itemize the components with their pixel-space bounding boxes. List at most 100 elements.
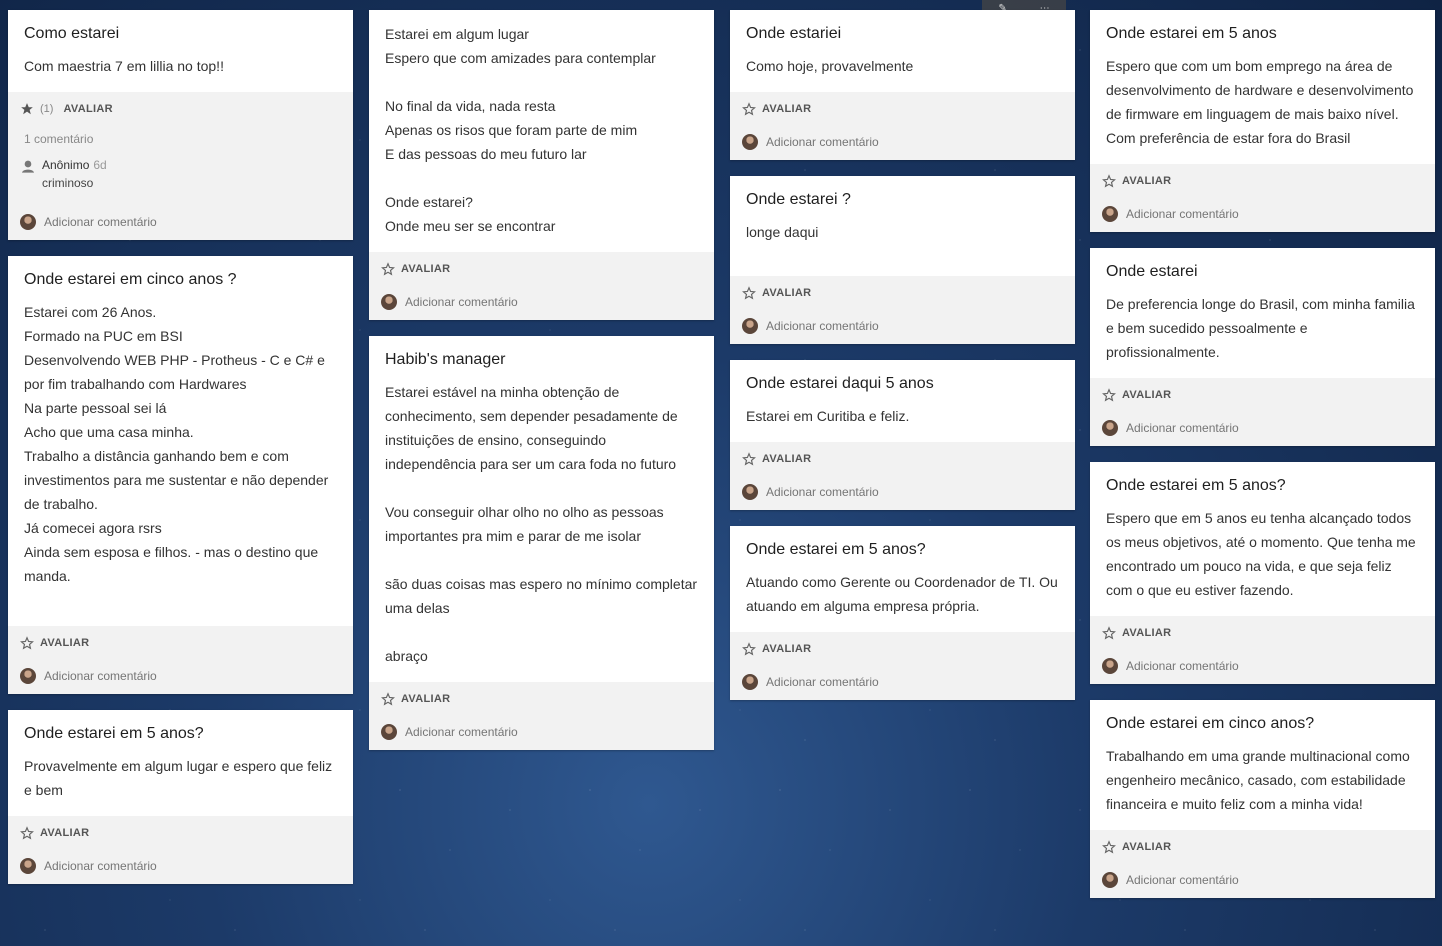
post-footer: AVALIAR <box>1090 616 1435 684</box>
anonymous-avatar-icon <box>22 160 34 173</box>
post-footer: AVALIAR <box>1090 164 1435 232</box>
user-avatar <box>1102 658 1118 674</box>
add-comment-input[interactable] <box>405 725 665 739</box>
post-card[interactable]: Onde estarei em 5 anos Espero que com um… <box>1090 10 1435 232</box>
post-footer: AVALIAR <box>369 252 714 320</box>
rate-button[interactable]: AVALIAR <box>1122 175 1171 187</box>
user-avatar <box>1102 872 1118 888</box>
rate-button[interactable]: AVALIAR <box>762 103 811 115</box>
user-avatar <box>381 724 397 740</box>
post-title: Como estarei <box>24 25 120 42</box>
user-avatar <box>20 668 36 684</box>
star-outline-icon[interactable] <box>742 286 756 300</box>
post-footer: AVALIAR <box>730 442 1075 510</box>
add-comment-input[interactable] <box>766 675 1026 689</box>
star-outline-icon[interactable] <box>742 452 756 466</box>
star-outline-icon[interactable] <box>742 642 756 656</box>
post-text: Estarei com 26 Anos. Formado na PUC em B… <box>24 304 329 584</box>
add-comment-input[interactable] <box>1126 873 1386 887</box>
user-avatar <box>742 318 758 334</box>
post-text: Estarei estável na minha obtenção de con… <box>385 384 698 664</box>
add-comment-input[interactable] <box>1126 421 1386 435</box>
star-outline-icon[interactable] <box>381 692 395 706</box>
post-title: Onde estarei <box>1106 263 1198 280</box>
comment-count[interactable]: 1 comentário <box>24 132 341 146</box>
column-4: Onde estarei em 5 anos Espero que com um… <box>1090 10 1435 914</box>
post-card[interactable]: Habib's manager Estarei estável na minha… <box>369 336 714 750</box>
post-text: longe daqui <box>746 224 819 240</box>
star-outline-icon[interactable] <box>1102 626 1116 640</box>
rate-button[interactable]: AVALIAR <box>40 637 89 649</box>
add-comment-input[interactable] <box>766 135 1026 149</box>
post-text: Provavelmente em algum lugar e espero qu… <box>24 758 333 798</box>
comment-author: Anônimo <box>42 158 90 172</box>
post-title: Onde estarei em 5 anos? <box>24 725 204 742</box>
post-card[interactable]: Onde estarei ? longe daqui AVALIAR <box>730 176 1075 344</box>
rate-button[interactable]: AVALIAR <box>1122 389 1171 401</box>
star-outline-icon[interactable] <box>742 102 756 116</box>
rate-button[interactable]: AVALIAR <box>762 287 811 299</box>
post-footer: AVALIAR <box>1090 830 1435 898</box>
rate-button[interactable]: AVALIAR <box>1122 841 1171 853</box>
post-footer: AVALIAR <box>730 632 1075 700</box>
post-card[interactable]: Onde estariei Como hoje, provavelmente A… <box>730 10 1075 160</box>
add-comment-input[interactable] <box>405 295 665 309</box>
post-footer: AVALIAR <box>730 92 1075 160</box>
post-card[interactable]: Onde estarei em 5 anos? Espero que em 5 … <box>1090 462 1435 684</box>
column-1: Como estarei Com maestria 7 em lillia no… <box>8 10 353 900</box>
rate-button[interactable]: AVALIAR <box>762 453 811 465</box>
post-footer: AVALIAR <box>730 276 1075 344</box>
star-outline-icon[interactable] <box>1102 388 1116 402</box>
post-footer: AVALIAR <box>369 682 714 750</box>
add-comment-input[interactable] <box>766 319 1026 333</box>
post-title: Onde estarei daqui 5 anos <box>746 375 934 392</box>
user-avatar <box>20 214 36 230</box>
user-avatar <box>742 134 758 150</box>
post-card[interactable]: Onde estarei daqui 5 anos Estarei em Cur… <box>730 360 1075 510</box>
comment-text: criminoso <box>42 176 94 190</box>
star-filled-icon[interactable] <box>20 102 34 116</box>
post-text: Trabalhando em uma grande multinacional … <box>1106 748 1410 812</box>
rate-button[interactable]: AVALIAR <box>762 643 811 655</box>
star-outline-icon[interactable] <box>20 636 34 650</box>
add-comment-input[interactable] <box>766 485 1026 499</box>
user-avatar <box>1102 420 1118 436</box>
star-outline-icon[interactable] <box>381 262 395 276</box>
rate-button[interactable]: AVALIAR <box>1122 627 1171 639</box>
post-card[interactable]: Onde estarei em cinco anos? Trabalhando … <box>1090 700 1435 898</box>
add-comment-input[interactable] <box>44 859 304 873</box>
rate-button[interactable]: AVALIAR <box>40 827 89 839</box>
user-avatar <box>1102 206 1118 222</box>
post-title: Onde estarei ? <box>746 191 851 208</box>
add-comment-input[interactable] <box>1126 659 1386 673</box>
post-text: Espero que com um bom emprego na área de… <box>1106 58 1414 146</box>
rate-button[interactable]: AVALIAR <box>63 103 112 115</box>
post-title: Onde estariei <box>746 25 842 42</box>
post-footer: AVALIAR <box>8 816 353 884</box>
post-text: Atuando como Gerente ou Coordenador de T… <box>746 574 1058 614</box>
post-card[interactable]: Onde estarei De preferencia longe do Bra… <box>1090 248 1435 446</box>
comment: Anônimo 6d criminoso <box>20 156 341 190</box>
add-comment-input[interactable] <box>44 669 304 683</box>
star-outline-icon[interactable] <box>1102 840 1116 854</box>
user-avatar <box>742 674 758 690</box>
post-text: Estarei em algum lugar Espero que com am… <box>385 26 656 234</box>
post-card[interactable]: Onde estarei em 5 anos? Atuando como Ger… <box>730 526 1075 700</box>
post-card[interactable]: Onde estarei em 5 anos? Provavelmente em… <box>8 710 353 884</box>
star-outline-icon[interactable] <box>20 826 34 840</box>
rate-button[interactable]: AVALIAR <box>401 263 450 275</box>
post-title: Onde estarei em 5 anos? <box>746 541 926 558</box>
user-avatar <box>20 858 36 874</box>
star-outline-icon[interactable] <box>1102 174 1116 188</box>
post-card[interactable]: Como estarei Com maestria 7 em lillia no… <box>8 10 353 240</box>
add-comment-input[interactable] <box>1126 207 1386 221</box>
post-card[interactable]: Estarei em algum lugar Espero que com am… <box>369 10 714 320</box>
rate-button[interactable]: AVALIAR <box>401 693 450 705</box>
post-text: De preferencia longe do Brasil, com minh… <box>1106 296 1415 360</box>
post-card[interactable]: Onde estarei em cinco anos ? Estarei com… <box>8 256 353 694</box>
add-comment-input[interactable] <box>44 215 304 229</box>
post-text: Estarei em Curitiba e feliz. <box>746 408 910 424</box>
post-text: Com maestria 7 em lillia no top!! <box>24 58 224 74</box>
post-footer: (1) AVALIAR 1 comentário Anônimo 6d crimi… <box>8 92 353 240</box>
column-3: Onde estariei Como hoje, provavelmente A… <box>730 10 1075 716</box>
